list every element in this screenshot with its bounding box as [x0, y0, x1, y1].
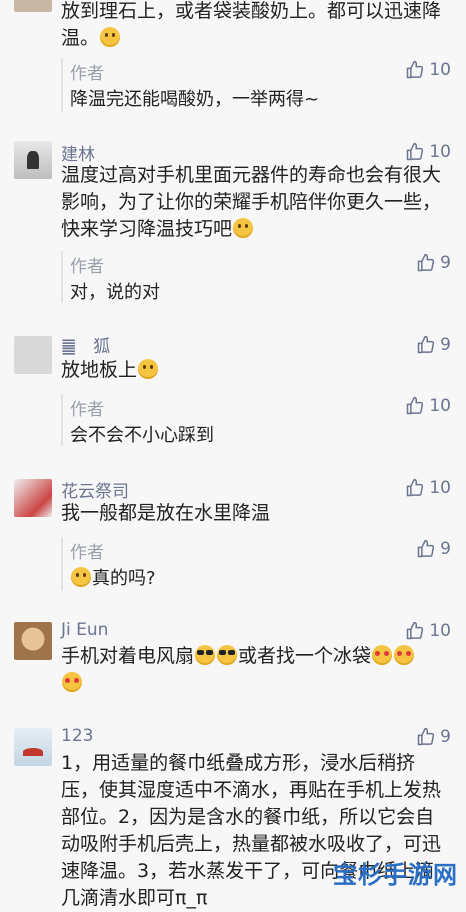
thumbs-up-icon — [407, 142, 424, 161]
reply-text: 真的吗? — [70, 564, 156, 590]
comment-text: 手机对着电风扇 或者找一个冰袋 — [61, 643, 448, 697]
thumbs-up-icon — [407, 396, 424, 415]
reply-like-button[interactable]: 10 — [405, 395, 451, 417]
reply-author-name: 作者 — [70, 400, 104, 420]
reply-like-button[interactable]: 9 — [416, 538, 451, 560]
avatar[interactable] — [14, 336, 52, 374]
thumbs-up-icon — [407, 621, 424, 640]
reply-author-name: 作者 — [70, 64, 104, 84]
reply-text: 会不会不小心踩到 — [70, 425, 214, 446]
heart-eyes-emoji-icon — [394, 645, 415, 665]
thumbs-up-icon — [417, 253, 435, 272]
author-reply: 作者 真的吗? — [61, 537, 466, 591]
thinking-emoji-icon — [233, 218, 254, 238]
like-count: 10 — [429, 396, 451, 416]
commenter-name: ䷀ 狐 — [61, 337, 111, 357]
like-count: 9 — [440, 253, 451, 273]
like-count: 10 — [429, 142, 451, 162]
comment-text: 我一般都是放在水里降温 — [61, 502, 271, 524]
sunglasses-emoji-icon — [195, 645, 216, 665]
like-count: 9 — [440, 539, 451, 559]
commenter-name: 花云祭司 — [61, 482, 129, 502]
comment-text: 放地板上 — [61, 357, 448, 384]
reply-author-name: 作者 — [70, 257, 104, 277]
reply-like-button[interactable]: 9 — [416, 252, 451, 274]
like-count: 10 — [429, 621, 451, 641]
like-count: 10 — [429, 478, 451, 498]
thumbs-up-icon — [407, 478, 424, 497]
like-count: 9 — [440, 727, 451, 747]
crying-emoji-icon — [71, 567, 91, 587]
like-button[interactable]: 10 — [405, 141, 451, 163]
grin-emoji-icon — [138, 359, 159, 379]
avatar[interactable] — [14, 479, 52, 517]
like-button[interactable]: 9 — [416, 334, 451, 356]
reply-text: 降温完还能喝酸奶，一举两得~ — [70, 89, 320, 110]
heart-eyes-emoji-icon — [372, 645, 393, 665]
reply-text: 对，说的对 — [70, 282, 160, 303]
comment-text: 放到理石上，或者袋装酸奶上。都可以迅速降 温。 — [61, 0, 442, 49]
comment-text: 温度过高对手机里面元器件的寿命也会有很大 影响，为了让你的荣耀手机陪伴你更久一些… — [61, 164, 442, 240]
like-button[interactable]: 9 — [416, 726, 451, 748]
like-button[interactable]: 10 — [405, 620, 451, 642]
like-count: 10 — [429, 60, 451, 80]
sunglasses-emoji-icon — [217, 645, 238, 665]
avatar[interactable] — [14, 0, 52, 12]
avatar[interactable] — [14, 622, 52, 660]
avatar[interactable] — [14, 141, 52, 179]
author-reply: 作者 对，说的对 — [61, 251, 466, 303]
thumbs-up-icon — [407, 60, 424, 79]
heart-eyes-emoji-icon — [62, 672, 82, 692]
reply-author-name: 作者 — [70, 543, 104, 563]
thumbs-up-icon — [417, 539, 435, 558]
thumbs-up-icon — [417, 335, 435, 354]
reply-like-button[interactable]: 10 — [405, 59, 451, 81]
site-watermark: 宝杉手游网 — [333, 861, 458, 889]
like-button[interactable]: 10 — [405, 477, 451, 499]
commenter-name: Ji Eun — [61, 620, 109, 640]
commenter-name: 123 — [61, 726, 94, 746]
avatar[interactable] — [14, 728, 52, 766]
like-count: 9 — [440, 335, 451, 355]
thumbs-up-icon — [417, 727, 435, 746]
smile-emoji-icon — [100, 27, 121, 47]
